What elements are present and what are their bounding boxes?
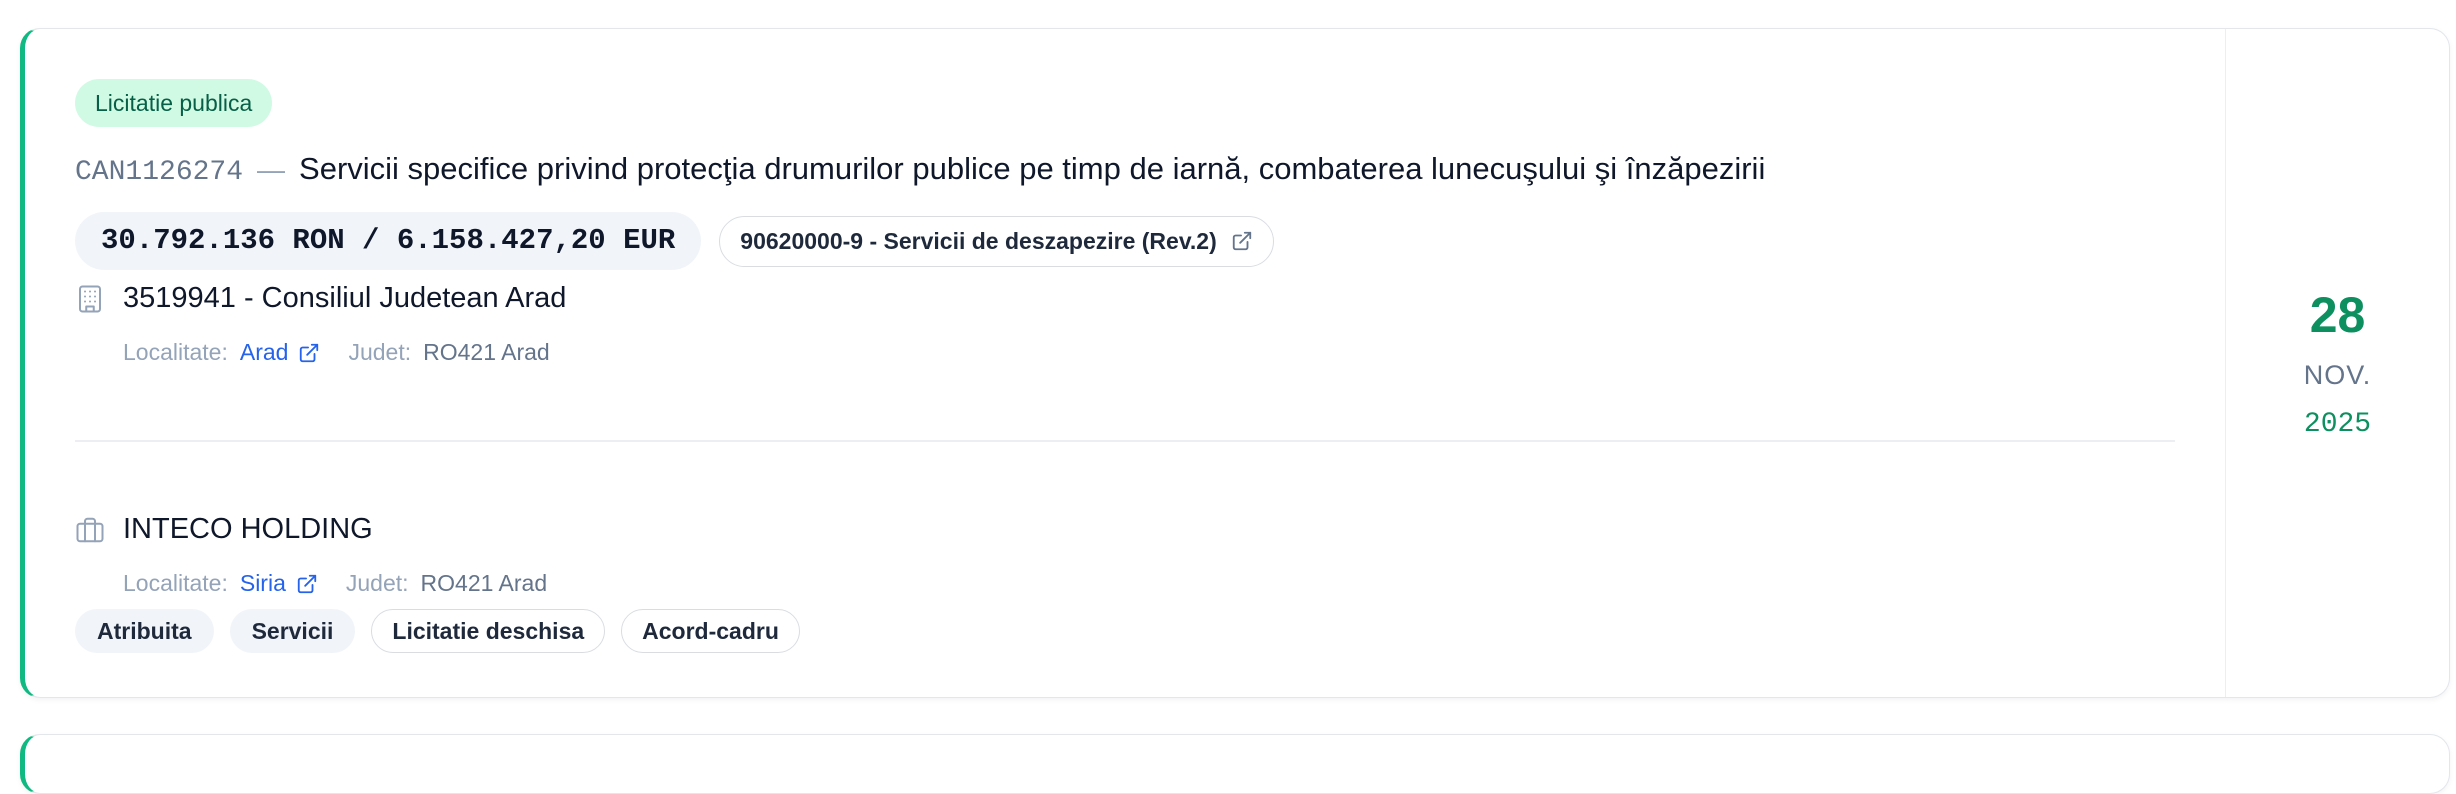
tender-card[interactable]: Licitatie publica CAN1126274 — Servicii … [20, 28, 2450, 698]
tag-category: Servicii [229, 609, 356, 653]
party-divider [75, 440, 2175, 442]
locality-label: Localitate: [123, 570, 228, 596]
date-column: 28 NOV. 2025 [2225, 29, 2449, 697]
tag-list: Atribuita Servicii Licitatie deschisa Ac… [75, 609, 800, 653]
authority-county: RO421 Arad [423, 339, 550, 365]
winner-locality-link[interactable]: Siria [240, 570, 318, 597]
winner: INTECO HOLDING Localitate: Siria Judet: … [75, 513, 2175, 597]
authority-locality: Arad [239, 339, 289, 365]
winner-meta: Localitate: Siria Judet: RO421 Arad [123, 570, 2175, 597]
tender-card-main: Licitatie publica CAN1126274 — Servicii … [25, 29, 2225, 697]
winner-locality: Siria [239, 570, 286, 596]
contracting-authority: 3519941 - Consiliul Judetean Arad Locali… [75, 282, 2175, 366]
contract-value: 30.792.136 RON / 6.158.427,20 EUR [75, 212, 702, 270]
title-separator: — [257, 154, 286, 185]
county-label: Judet: [348, 339, 412, 365]
winner-county: RO421 Arad [420, 570, 548, 596]
next-tender-card[interactable] [20, 734, 2450, 794]
tag-contract-type: Acord-cadru [621, 609, 800, 653]
external-link-icon [1232, 231, 1251, 251]
procedure-type-badge: Licitatie publica [75, 79, 273, 127]
external-link-icon [297, 574, 317, 593]
building-icon [79, 285, 101, 312]
briefcase-icon [76, 517, 104, 542]
cpv-code-link[interactable]: 90620000-9 - Servicii de deszapezire (Re… [719, 215, 1274, 267]
authority-locality-link[interactable]: Arad [240, 339, 321, 366]
date-day: 28 [2309, 287, 2366, 343]
date-year: 2025 [2303, 409, 2372, 440]
date-month: NOV. [2303, 360, 2372, 390]
tag-procedure: Licitatie deschisa [371, 609, 606, 653]
locality-label: Localitate: [123, 339, 228, 365]
cpv-code-label: 90620000-9 - Servicii de deszapezire (Re… [740, 227, 1217, 254]
tender-title[interactable]: Servicii specifice privind protecţia dru… [299, 151, 1765, 187]
tag-status: Atribuita [75, 609, 214, 653]
value-row: 30.792.136 RON / 6.158.427,20 EUR 906200… [75, 212, 2225, 270]
notice-code: CAN1126274 [75, 157, 244, 188]
winner-name[interactable]: INTECO HOLDING [123, 513, 373, 546]
title-row: CAN1126274 — Servicii specifice privind … [75, 151, 2225, 188]
external-link-icon [300, 343, 319, 362]
authority-meta: Localitate: Arad Judet: RO421 Arad [123, 339, 2175, 366]
county-label: Judet: [345, 570, 409, 596]
authority-name[interactable]: 3519941 - Consiliul Judetean Arad [123, 282, 566, 315]
